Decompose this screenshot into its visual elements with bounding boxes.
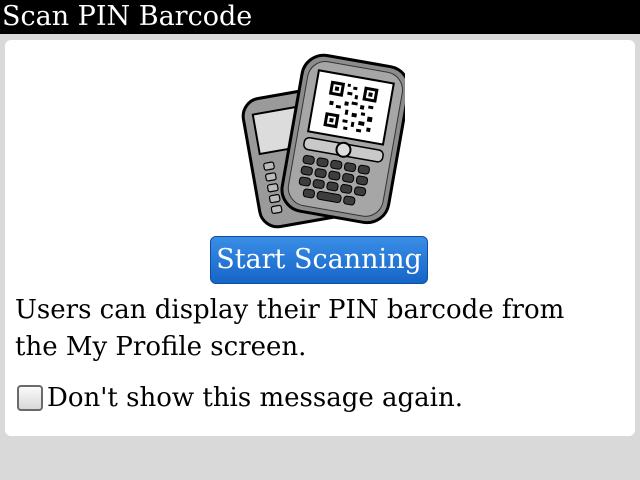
dialog-panel: Start Scanning Users can display their P… bbox=[5, 40, 635, 436]
dont-show-again-option[interactable]: Don't show this message again. bbox=[17, 380, 463, 416]
dont-show-again-checkbox[interactable] bbox=[17, 385, 43, 411]
instruction-text: Users can display their PIN barcode from… bbox=[15, 295, 565, 362]
title-bar: Scan PIN Barcode bbox=[0, 0, 640, 34]
start-scanning-button[interactable]: Start Scanning bbox=[210, 236, 428, 284]
screen-title: Scan PIN Barcode bbox=[2, 1, 253, 32]
smartphone-qr-code-icon bbox=[241, 53, 405, 229]
dont-show-again-label: Don't show this message again. bbox=[47, 383, 463, 413]
